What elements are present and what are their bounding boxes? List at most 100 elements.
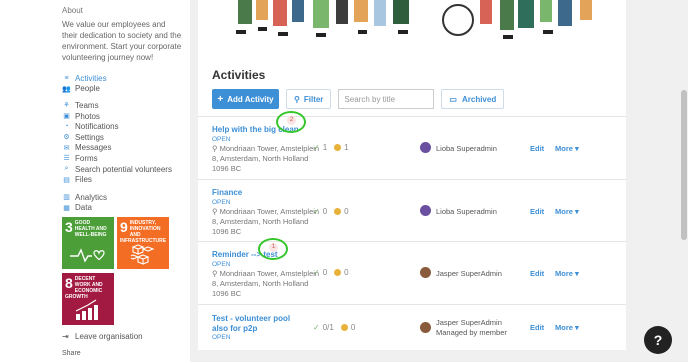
search-input[interactable]	[338, 89, 435, 109]
notification-badge: 2	[287, 116, 296, 125]
check-icon: ✓	[313, 207, 320, 216]
sidebar-item-files[interactable]: ▤ Files	[62, 174, 190, 185]
sidebar-item-people[interactable]: 👥 People	[62, 84, 190, 95]
exit-icon: ⇥	[62, 332, 69, 341]
sidebar-item-settings[interactable]: ⚙ Settings	[62, 132, 190, 143]
plus-icon: +	[217, 93, 224, 105]
search-icon: ⌕	[64, 165, 69, 173]
sidebar-item-photos[interactable]: ▣ Photos	[62, 111, 190, 122]
scrollbar-thumb[interactable]	[681, 90, 687, 240]
gear-icon: ⚙	[63, 134, 70, 142]
volunteers-illustration	[236, 0, 592, 39]
sdg-tile-8[interactable]: 8 DECENT WORK AND ECONOMIC GROWTH	[62, 273, 114, 325]
archive-icon: ▭	[449, 94, 457, 104]
sdg-tile-9[interactable]: 9 INDUSTRY, INNOVATION AND INFRASTRUCTUR…	[117, 217, 169, 269]
sidebar-item-activities[interactable]: ≡ Activities	[62, 73, 190, 84]
sidebar-item-search-volunteers[interactable]: ⌕ Search potential volunteers	[62, 164, 190, 175]
sidebar-item-label: Photos	[75, 111, 100, 121]
activity-address: ⚲ Mondriaan Tower, Amstelplein 8, Amster…	[212, 269, 320, 298]
form-icon: ☰	[63, 155, 70, 163]
sidebar-item-label: Search potential volunteers	[75, 164, 172, 174]
check-icon: ✓	[313, 323, 320, 332]
share-label: Share	[62, 350, 81, 357]
filter-button[interactable]: ⚲ Filter	[286, 89, 332, 109]
photo-icon: ▣	[63, 113, 70, 121]
coin-icon	[334, 144, 342, 151]
sidebar-item-label: Forms	[75, 153, 98, 163]
add-activity-button[interactable]: + Add Activity	[212, 89, 279, 109]
chevron-down-icon: ▾	[575, 323, 579, 332]
check-icon: ✓	[313, 143, 320, 152]
activity-status: OPEN	[212, 261, 231, 268]
more-dropdown[interactable]: More ▾	[555, 269, 579, 278]
sidebar-item-notifications[interactable]: ◔ Notifications	[62, 121, 190, 132]
activity-owner: Lioba Superadmin	[436, 144, 497, 153]
about-text: We value our employees and their dedicat…	[62, 20, 182, 62]
sidebar-item-teams[interactable]: ⚘ Teams	[62, 100, 190, 111]
edit-button[interactable]: Edit	[530, 207, 544, 216]
heartbeat-icon	[70, 248, 105, 263]
edit-button[interactable]: Edit	[530, 269, 544, 278]
notification-badge: 1	[269, 243, 278, 252]
location-pin-icon: ⚲	[212, 144, 220, 153]
cubes-icon	[131, 244, 155, 265]
sidebar-item-label: People	[75, 84, 100, 94]
activity-status: OPEN	[212, 136, 231, 143]
activity-row[interactable]: Reminder --> test OPEN ⚲ Mondriaan Tower…	[198, 238, 626, 304]
coin-icon	[334, 208, 342, 215]
sidebar-item-data[interactable]: ▦ Data	[62, 203, 190, 214]
highlight-circle: 2	[276, 111, 306, 133]
more-dropdown[interactable]: More ▾	[555, 323, 579, 332]
edit-button[interactable]: Edit	[530, 144, 544, 153]
sidebar-item-label: Activities	[75, 73, 107, 83]
more-dropdown[interactable]: More ▾	[555, 207, 579, 216]
activity-row[interactable]: Test - volunteer pool also for p2p OPEN …	[198, 304, 626, 350]
hero-illustration	[218, 0, 608, 42]
chevron-down-icon: ▾	[575, 207, 579, 216]
activity-status: OPEN	[212, 334, 231, 341]
coin-icon	[334, 269, 342, 276]
sidebar-item-label: Analytics	[75, 192, 108, 202]
nav-secondary: ⚘ Teams ▣ Photos ◔ Notifications ⚙ Settings …	[62, 100, 190, 185]
page-title: Activities	[212, 68, 266, 82]
help-button[interactable]: ?	[644, 326, 672, 354]
nav-tertiary: ▥ Analytics ▦ Data	[62, 192, 190, 213]
avatar	[420, 322, 431, 333]
analytics-icon: ▥	[63, 194, 70, 202]
edit-button[interactable]: Edit	[530, 323, 544, 332]
leave-organisation-link[interactable]: ⇥ Leave organisation	[62, 332, 143, 341]
location-pin-icon: ⚲	[212, 207, 220, 216]
activity-owner: Jasper SuperAdmin	[436, 269, 502, 278]
activity-row[interactable]: Help with the big clean OPEN ⚲ Mondriaan…	[198, 111, 626, 179]
activity-address: ⚲ Mondriaan Tower, Amstelplein 8, Amster…	[212, 207, 320, 236]
activity-title-link[interactable]: Test - volunteer pool also for p2p	[212, 314, 304, 334]
sidebar-item-messages[interactable]: ✉ Messages	[62, 143, 190, 154]
archived-button[interactable]: ▭ Archived	[441, 89, 505, 109]
bell-icon: ◔	[64, 123, 69, 131]
activity-owner: Lioba Superadmin	[436, 207, 497, 216]
activity-stats: ✓ 0 0	[313, 207, 349, 216]
people-icon: 👥	[62, 85, 71, 93]
sidebar-item-forms[interactable]: ☰ Forms	[62, 153, 190, 164]
coin-icon	[340, 324, 348, 331]
sidebar-item-label: Files	[75, 175, 92, 185]
avatar	[420, 205, 431, 216]
activity-owner: Jasper SuperAdmin Managed by member	[436, 318, 507, 337]
avatar	[420, 142, 431, 153]
highlight-circle: 1	[258, 238, 288, 260]
about-title: About	[62, 6, 83, 15]
activity-row[interactable]: Finance OPEN ⚲ Mondriaan Tower, Amstelpl…	[198, 179, 626, 241]
activities-toolbar: + Add Activity ⚲ Filter ▭ Archived	[212, 89, 505, 109]
sidebar-item-analytics[interactable]: ▥ Analytics	[62, 192, 190, 203]
teams-icon: ⚘	[63, 102, 70, 110]
sidebar-item-label: Teams	[75, 100, 99, 110]
location-pin-icon: ⚲	[212, 269, 220, 278]
check-icon: ✓	[313, 268, 320, 277]
activity-title-link[interactable]: Finance	[212, 188, 304, 198]
more-dropdown[interactable]: More ▾	[555, 144, 579, 153]
growth-chart-icon	[75, 299, 98, 320]
avatar	[420, 267, 431, 278]
scrollbar[interactable]	[680, 0, 688, 362]
sdg-tile-3[interactable]: 3 GOOD HEALTH AND WELL-BEING	[62, 217, 114, 269]
activity-stats: ✓ 1 1	[313, 143, 349, 152]
